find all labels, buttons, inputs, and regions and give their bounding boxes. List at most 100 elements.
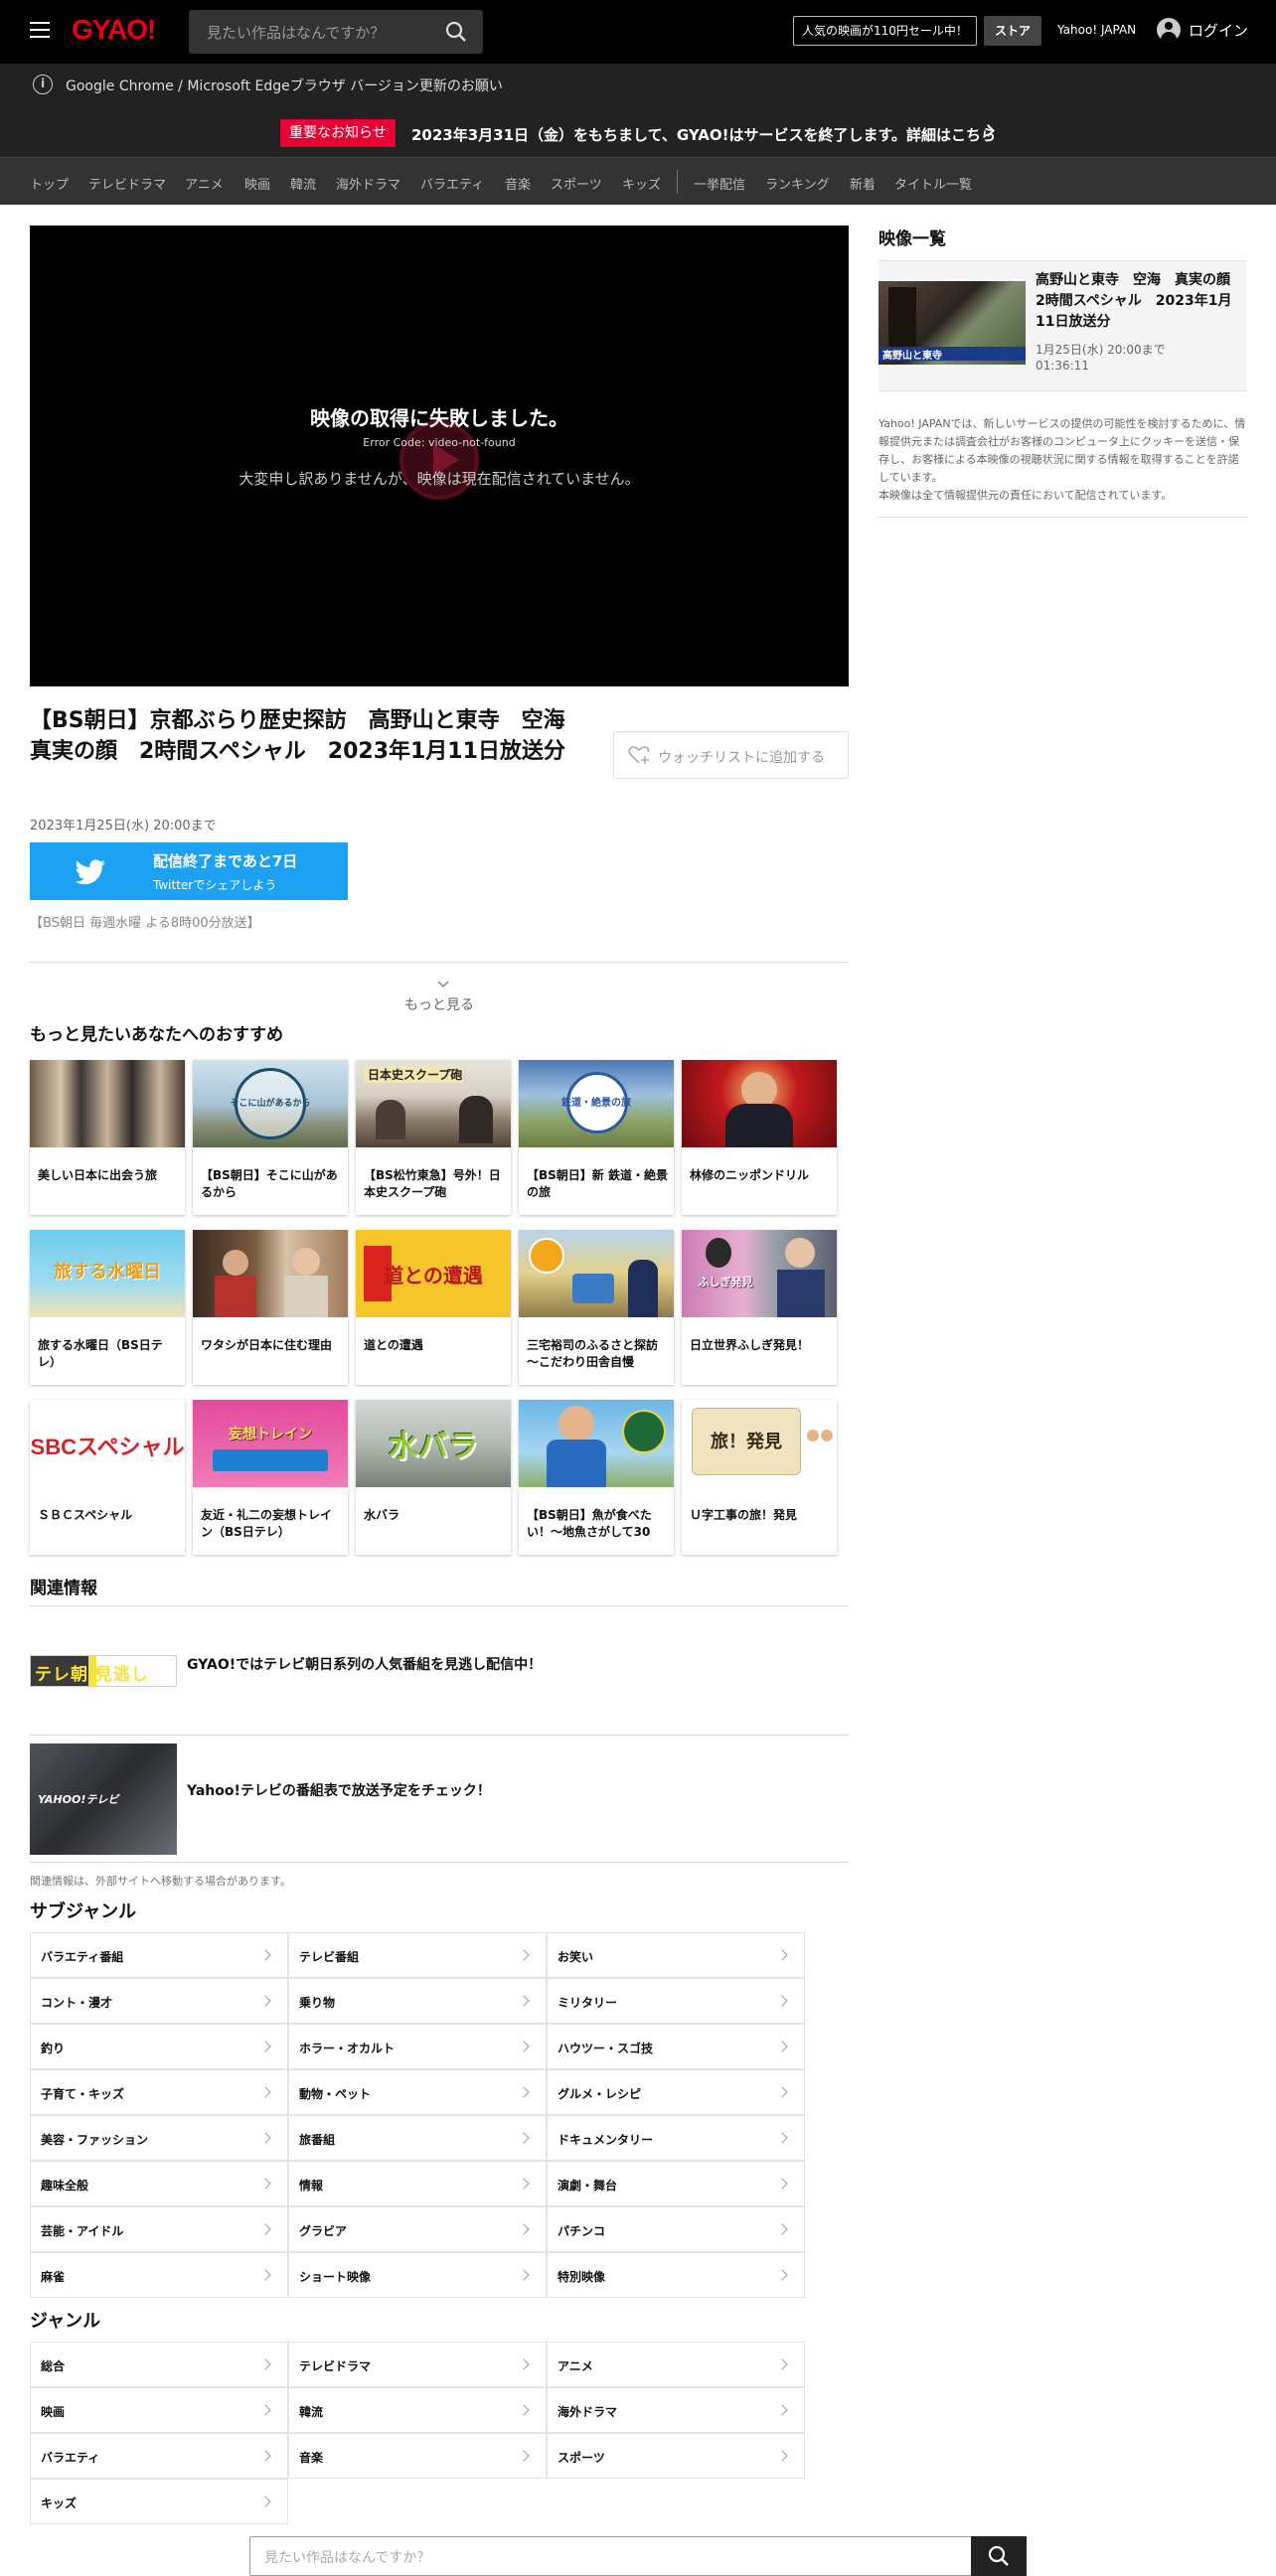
genre-link[interactable]: 演劇・舞台 <box>547 2161 805 2206</box>
thumbnail-text: SBCスペシャル <box>30 1435 185 1459</box>
genre-link[interactable]: 総合 <box>30 2342 288 2387</box>
sale-link[interactable]: 人気の映画が110円セール中！ <box>793 16 977 46</box>
thumbnail-text: 高野山と東寺 <box>882 351 942 362</box>
nav-item[interactable]: ランキング <box>765 174 830 193</box>
related-link[interactable]: Yahoo!テレビの番組表で放送予定をチェック！ <box>187 1780 491 1800</box>
genre-link[interactable]: 美容・ファッション <box>30 2115 288 2161</box>
nav-item[interactable]: タイトル一覧 <box>894 174 972 193</box>
related-link[interactable]: GYAO!ではテレビ朝日系列の人気番組を見逃し配信中！ <box>187 1654 542 1674</box>
recommend-card[interactable]: 旅！発見 Ｕ字工事の旅！発見 <box>682 1400 837 1555</box>
nav-item[interactable]: キッズ <box>622 174 661 193</box>
nav-item[interactable]: 新着 <box>850 174 876 193</box>
video-title: 【BS朝日】京都ぶらり歴史探訪 高野山と東寺 空海 真実の顔 2時間スペシャル … <box>30 708 587 764</box>
genre-link[interactable]: 芸能・アイドル <box>30 2206 288 2252</box>
menu-icon[interactable] <box>30 22 50 40</box>
thumbnail-text: 水バラ <box>389 1430 478 1464</box>
nav-item[interactable]: テレビドラマ <box>88 174 166 193</box>
genre-link[interactable]: 趣味全般 <box>30 2161 288 2206</box>
show-more-button[interactable]: もっと見る <box>30 962 849 1013</box>
search-input[interactable]: 見たい作品はなんですか？ <box>189 10 483 54</box>
genre-label: 情報 <box>299 2179 324 2193</box>
genre-link[interactable]: アニメ <box>547 2342 805 2387</box>
nav-item[interactable]: アニメ <box>185 174 224 193</box>
nav-item[interactable]: トップ <box>30 174 69 193</box>
recommend-card[interactable]: SBCスペシャル ＳＢＣスペシャル <box>30 1400 185 1555</box>
genre-label: アニメ <box>558 2359 593 2373</box>
genre-link[interactable]: 動物・ペット <box>288 2069 547 2115</box>
twitter-share-button[interactable]: 配信終了まであと7日 Twitterでシェアしよう <box>30 842 348 900</box>
nav-item[interactable]: 音楽 <box>505 174 531 193</box>
recommend-card[interactable]: 三宅裕司のふるさと探訪～こだわり田舎自慢 <box>519 1230 674 1385</box>
video-list-item[interactable]: 高野山と東寺 高野山と東寺 空海 真実の顔 2時間スペシャル 2023年1月11… <box>878 260 1246 391</box>
card-title: 美しい日本に出会う旅 <box>38 1168 158 1182</box>
footer-search-input[interactable]: 見たい作品はなんですか？ <box>249 2536 1027 2576</box>
genre-link[interactable]: バラエティ <box>30 2433 288 2479</box>
notice-message[interactable]: 2023年3月31日（金）をもちまして、GYAO!はサービスを終了します。詳細は… <box>411 124 996 145</box>
genre-label: 音楽 <box>299 2451 324 2465</box>
genre-link[interactable]: お笑い <box>547 1932 805 1978</box>
recommend-card[interactable]: 林修のニッポンドリル <box>682 1060 837 1215</box>
store-button[interactable]: ストア <box>984 16 1041 46</box>
footer-search-button[interactable] <box>971 2536 1027 2576</box>
genre-link[interactable]: バラエティ番組 <box>30 1932 288 1978</box>
genre-link[interactable]: 麻雀 <box>30 2252 288 2298</box>
genre-link[interactable]: 釣り <box>30 2024 288 2069</box>
genre-link[interactable]: 映画 <box>30 2387 288 2433</box>
heart-plus-icon <box>628 746 650 764</box>
genre-nav: トップ テレビドラマ アニメ 映画 韓流 海外ドラマ バラエティ 音楽 スポーツ… <box>0 157 1276 205</box>
nav-item[interactable]: スポーツ <box>551 174 602 193</box>
nav-item[interactable]: バラエティ <box>420 174 484 193</box>
search-icon <box>988 2545 1009 2566</box>
card-title: 【BS松竹東急】号外！日本史スクープ砲 <box>364 1168 501 1199</box>
genre-link[interactable]: ミリタリー <box>547 1978 805 2024</box>
genre-link[interactable]: テレビ番組 <box>288 1932 547 1978</box>
genre-link[interactable]: 音楽 <box>288 2433 547 2479</box>
recommend-card[interactable]: そこに山があるから 【BS朝日】そこに山があるから <box>193 1060 348 1215</box>
nav-item[interactable]: 一挙配信 <box>694 174 745 193</box>
genre-link[interactable]: スポーツ <box>547 2433 805 2479</box>
watchlist-button[interactable]: ウォッチリストに追加する <box>613 731 849 779</box>
genre-link[interactable]: ホラー・オカルト <box>288 2024 547 2069</box>
video-list-title: 高野山と東寺 空海 真実の顔 2時間スペシャル 2023年1月11日放送分 <box>1036 272 1244 330</box>
yahoo-tv-image[interactable]: YAHOO!テレビ <box>30 1743 177 1855</box>
genre-link[interactable]: 子育て・キッズ <box>30 2069 288 2115</box>
genre-link[interactable]: 旅番組 <box>288 2115 547 2161</box>
genre-link[interactable]: 海外ドラマ <box>547 2387 805 2433</box>
recommend-card[interactable]: 妄想トレイン 友近・礼二の妄想トレイン（BS日テレ） <box>193 1400 348 1555</box>
genre-link[interactable]: テレビドラマ <box>288 2342 547 2387</box>
video-player[interactable]: 映像の取得に失敗しました。 Error Code: video-not-foun… <box>30 226 849 686</box>
browser-update-banner[interactable]: i Google Chrome / Microsoft Edgeブラウザ バージ… <box>0 64 1276 105</box>
genre-link[interactable]: ハウツー・スゴ技 <box>547 2024 805 2069</box>
recommend-card[interactable]: 日本史スクープ砲 【BS松竹東急】号外！日本史スクープ砲 <box>356 1060 511 1215</box>
login-button[interactable]: ログイン <box>1157 18 1248 42</box>
genre-link[interactable]: コント・漫才 <box>30 1978 288 2024</box>
recommend-card[interactable]: 道との遭遇 道との遭遇 <box>356 1230 511 1385</box>
recommend-card[interactable]: 水バラ 水バラ <box>356 1400 511 1555</box>
genre-link[interactable]: グルメ・レシピ <box>547 2069 805 2115</box>
card-title: ＳＢＣスペシャル <box>38 1508 133 1522</box>
gyao-logo[interactable]: GYAO! <box>72 14 156 46</box>
recommend-card[interactable]: ふしぎ発見 日立世界ふしぎ発見！ <box>682 1230 837 1385</box>
recommend-card[interactable]: 美しい日本に出会う旅 <box>30 1060 185 1215</box>
genre-link[interactable]: パチンコ <box>547 2206 805 2252</box>
yahoo-japan-link[interactable]: Yahoo! JAPAN <box>1057 23 1136 37</box>
genre-link[interactable]: ショート映像 <box>288 2252 547 2298</box>
recommend-card[interactable]: 【BS朝日】魚が食べたい！～地魚さがして30 <box>519 1400 674 1555</box>
genre-link[interactable]: グラビア <box>288 2206 547 2252</box>
genre-link[interactable]: 乗り物 <box>288 1978 547 2024</box>
important-notice-bar[interactable]: 重要なお知らせ 2023年3月31日（金）をもちまして、GYAO!はサービスを終… <box>0 105 1276 157</box>
genre-link[interactable]: ドキュメンタリー <box>547 2115 805 2161</box>
genre-link[interactable]: 特別映像 <box>547 2252 805 2298</box>
genre-link[interactable]: 情報 <box>288 2161 547 2206</box>
search-icon[interactable] <box>445 21 467 43</box>
nav-item[interactable]: 海外ドラマ <box>336 174 400 193</box>
nav-item[interactable]: 映画 <box>244 174 270 193</box>
tv-asahi-banner[interactable]: テレ朝 見逃し <box>30 1655 177 1687</box>
recommend-card[interactable]: ワタシが日本に住む理由 <box>193 1230 348 1385</box>
recommend-card[interactable]: 旅する水曜日 旅する水曜日（BS日テレ） <box>30 1230 185 1385</box>
genre-link[interactable]: 韓流 <box>288 2387 547 2433</box>
genre-label: 動物・ペット <box>299 2087 372 2101</box>
recommend-card[interactable]: 鉄道・絶景の旅 【BS朝日】新 鉄道・絶景の旅 <box>519 1060 674 1215</box>
genre-link[interactable]: キッズ <box>30 2479 288 2524</box>
nav-item[interactable]: 韓流 <box>290 174 316 193</box>
